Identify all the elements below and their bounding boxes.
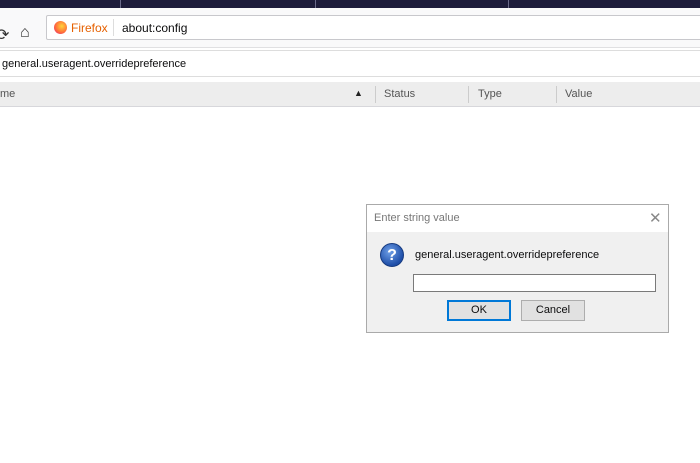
column-divider[interactable]	[375, 86, 376, 103]
dialog-title: Enter string value	[374, 212, 460, 224]
column-type[interactable]: Type	[478, 88, 502, 100]
home-icon[interactable]: ⌂	[20, 24, 30, 42]
dialog-titlebar[interactable]: Enter string value ✕	[367, 205, 668, 232]
column-divider[interactable]	[556, 86, 557, 103]
url-text[interactable]: about:config	[122, 21, 187, 35]
column-name[interactable]: me	[0, 88, 15, 100]
column-status[interactable]: Status	[384, 88, 415, 100]
column-divider[interactable]	[468, 86, 469, 103]
reload-icon[interactable]: ⟳	[0, 25, 9, 45]
tab-separator	[508, 0, 509, 8]
close-icon[interactable]: ✕	[649, 209, 662, 227]
question-icon: ?	[380, 243, 404, 267]
string-value-input[interactable]	[413, 274, 656, 292]
config-search-input[interactable]: general.useragent.overridepreference	[0, 50, 700, 77]
tab-strip	[0, 0, 700, 8]
browser-brand-label: Firefox	[71, 21, 108, 35]
column-value[interactable]: Value	[565, 88, 592, 100]
tab-separator	[120, 0, 121, 8]
tab-separator	[315, 0, 316, 8]
search-value[interactable]: general.useragent.overridepreference	[2, 58, 186, 70]
divider	[113, 19, 114, 36]
ok-button[interactable]: OK	[447, 300, 511, 321]
dialog-message: general.useragent.overridepreference	[415, 249, 600, 261]
url-bar[interactable]: Firefox about:config	[46, 15, 700, 40]
table-header: me ▲ Status Type Value	[0, 82, 700, 107]
cancel-button[interactable]: Cancel	[521, 300, 585, 321]
sort-ascending-icon[interactable]: ▲	[354, 88, 363, 98]
string-value-dialog: Enter string value ✕ ? general.useragent…	[366, 204, 669, 333]
firefox-logo-icon	[54, 21, 67, 34]
